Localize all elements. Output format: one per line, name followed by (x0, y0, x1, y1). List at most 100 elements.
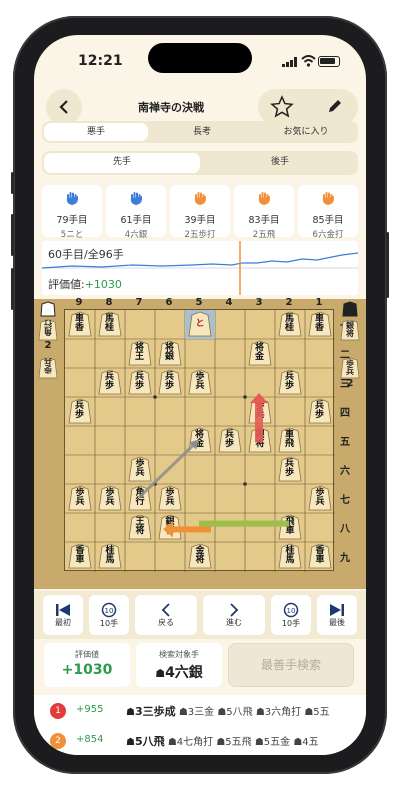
card-move-label: 2五歩打 (184, 230, 216, 240)
card-move-number: 39手目 (184, 215, 216, 226)
rank-number: 五 (340, 437, 350, 448)
shogi-piece[interactable]: 桂馬 (98, 543, 122, 569)
card-move-label: 4六銀 (124, 230, 148, 240)
hand-icon (130, 192, 142, 206)
shogi-piece[interactable]: 歩兵 (308, 398, 332, 424)
shogi-piece[interactable]: 銀将 (158, 340, 182, 366)
rank-number: 六 (340, 466, 350, 477)
shogi-piece[interactable]: 歩兵 (248, 398, 272, 424)
shogi-piece[interactable]: 金将 (188, 427, 212, 453)
shogi-piece[interactable]: 歩兵 (278, 456, 302, 482)
candidate-row[interactable]: 2 +854 ☗5八飛 ☗4七角打 ☗5五飛 ☗5五金 ☗4五 (34, 725, 366, 755)
shogi-piece[interactable]: 金将 (188, 543, 212, 569)
last-move-button[interactable]: 最後 (317, 595, 357, 635)
card-move-label: 5ニと (60, 230, 84, 240)
tab-long-thinking[interactable]: 長考 (150, 121, 254, 143)
rewind-10-icon: 10 (101, 602, 117, 617)
shogi-piece[interactable]: 桂馬 (278, 543, 302, 569)
shogi-piece[interactable]: 金将 (248, 340, 272, 366)
shogi-piece[interactable]: 香車 (308, 311, 332, 337)
shogi-piece[interactable]: 歩兵 (98, 485, 122, 511)
shogi-piece[interactable]: 香車 (308, 543, 332, 569)
shogi-piece[interactable]: 歩兵 (128, 369, 152, 395)
bad-move-card[interactable]: 39手目 2五歩打 (170, 185, 230, 240)
shogi-piece[interactable]: 香車 (68, 543, 92, 569)
hand-piece[interactable]: 銀将 (340, 319, 360, 353)
file-number: 5 (195, 297, 203, 308)
card-move-number: 83手目 (248, 215, 280, 226)
shogi-piece[interactable]: 歩兵 (278, 369, 302, 395)
volume-up-button (11, 214, 14, 256)
chevron-right-icon (230, 602, 239, 617)
shogi-piece[interactable]: 王将 (128, 340, 152, 366)
favorite-star-icon[interactable] (270, 95, 294, 119)
card-move-label: 6六金打 (312, 230, 344, 240)
shogi-piece[interactable]: 歩兵 (68, 485, 92, 511)
best-move-search-button[interactable]: 最善手検索 (228, 643, 354, 687)
shogi-piece[interactable]: 歩兵 (98, 369, 122, 395)
skip-first-icon (56, 603, 70, 616)
hand-piece[interactable]: 歩兵2 (340, 357, 360, 391)
bad-move-card[interactable]: 83手目 2五飛 (234, 185, 294, 240)
shogi-piece[interactable]: と (188, 311, 212, 337)
bad-move-card[interactable]: 61手目 4六銀 (106, 185, 166, 240)
svg-text:10: 10 (287, 607, 296, 615)
analysis-info: 評価値 +1030 検索対象手 ☗4六銀 最善手検索 (34, 643, 366, 691)
shogi-piece[interactable]: 桂馬 (98, 311, 122, 337)
hand-icon (322, 192, 334, 206)
bad-move-card[interactable]: 85手目 6六金打 (298, 185, 358, 240)
shogi-piece[interactable]: 角行 (128, 485, 152, 511)
shogi-piece[interactable]: 香車 (68, 311, 92, 337)
next-move-button[interactable]: 進む (203, 595, 265, 635)
rank-badge: 2 (50, 733, 66, 749)
shogi-piece[interactable]: 歩兵 (128, 456, 152, 482)
shogi-piece[interactable]: 王将 (128, 514, 152, 540)
evaluation-value: +1030 (61, 662, 113, 678)
tab-bad-moves[interactable]: 悪手 (44, 123, 148, 141)
candidate-move: 5八飛 (134, 735, 165, 748)
shogi-piece[interactable]: 銀将 (158, 514, 182, 540)
forward-10-button[interactable]: 10 10手 (271, 595, 311, 635)
shogi-piece[interactable]: 歩兵 (68, 398, 92, 424)
first-move-button[interactable]: 最初 (43, 595, 83, 635)
signal-icon (282, 57, 297, 67)
shogi-piece[interactable]: 歩兵 (218, 427, 242, 453)
hand-count: 2 (346, 378, 354, 389)
graph-eval-value: +1030 (84, 278, 122, 291)
candidate-score: +955 (76, 704, 104, 715)
shogi-piece[interactable]: 銀将 (248, 427, 272, 453)
hand-icon (66, 192, 78, 206)
edit-pencil-icon[interactable] (326, 97, 344, 115)
evaluation-graph[interactable]: 60手目/全96手 評価値:+1030 (42, 241, 358, 295)
bad-move-cards: 79手目 5ニと 61手目 4六銀 39手目 2五歩打 83手目 2五飛 85手… (42, 185, 358, 240)
status-bar: 12:21 (34, 35, 366, 83)
card-move-number: 61手目 (120, 215, 152, 226)
shogi-piece[interactable]: 飛車 (278, 427, 302, 453)
page-title: 南禅寺の決戦 (138, 101, 204, 114)
card-move-number: 79手目 (56, 215, 88, 226)
tab-sente[interactable]: 先手 (44, 153, 200, 173)
shogi-piece[interactable]: 飛車 (278, 514, 302, 540)
candidate-moves-list: 1 +955 ☗3三歩成 ☗3三金 ☗5八飛 ☗3六角打 ☗5五 2 +854 … (34, 695, 366, 755)
tab-gote[interactable]: 後手 (202, 151, 358, 175)
rank-number: 八 (340, 524, 350, 535)
shogi-piece[interactable]: 歩兵 (188, 369, 212, 395)
wifi-icon (301, 55, 316, 67)
shogi-board[interactable]: 香車桂馬と桂馬香車王将銀将金将歩兵歩兵歩兵歩兵歩兵歩兵歩兵歩兵金将歩兵銀将飛車歩… (64, 309, 335, 572)
candidate-move: 3三歩成 (134, 705, 176, 718)
shogi-piece[interactable]: 桂馬 (278, 311, 302, 337)
hand-piece[interactable]: 歩兵 (38, 357, 58, 391)
shogi-piece[interactable]: 歩兵 (158, 485, 182, 511)
tab-favorites[interactable]: お気に入り (254, 121, 358, 143)
file-number: 2 (285, 297, 293, 308)
gote-indicator-icon (40, 301, 56, 321)
candidate-row[interactable]: 1 +955 ☗3三歩成 ☗3三金 ☗5八飛 ☗3六角打 ☗5五 (34, 695, 366, 725)
shogi-piece[interactable]: 歩兵 (158, 369, 182, 395)
hand-piece[interactable]: 角行2 (38, 319, 58, 353)
shogi-piece[interactable]: 歩兵 (308, 485, 332, 511)
previous-move-button[interactable]: 戻る (135, 595, 197, 635)
sente-piece-icon: ☗ (155, 667, 166, 680)
back-10-button[interactable]: 10 10手 (89, 595, 129, 635)
bad-move-card[interactable]: 79手目 5ニと (42, 185, 102, 240)
back-button[interactable] (46, 89, 82, 125)
